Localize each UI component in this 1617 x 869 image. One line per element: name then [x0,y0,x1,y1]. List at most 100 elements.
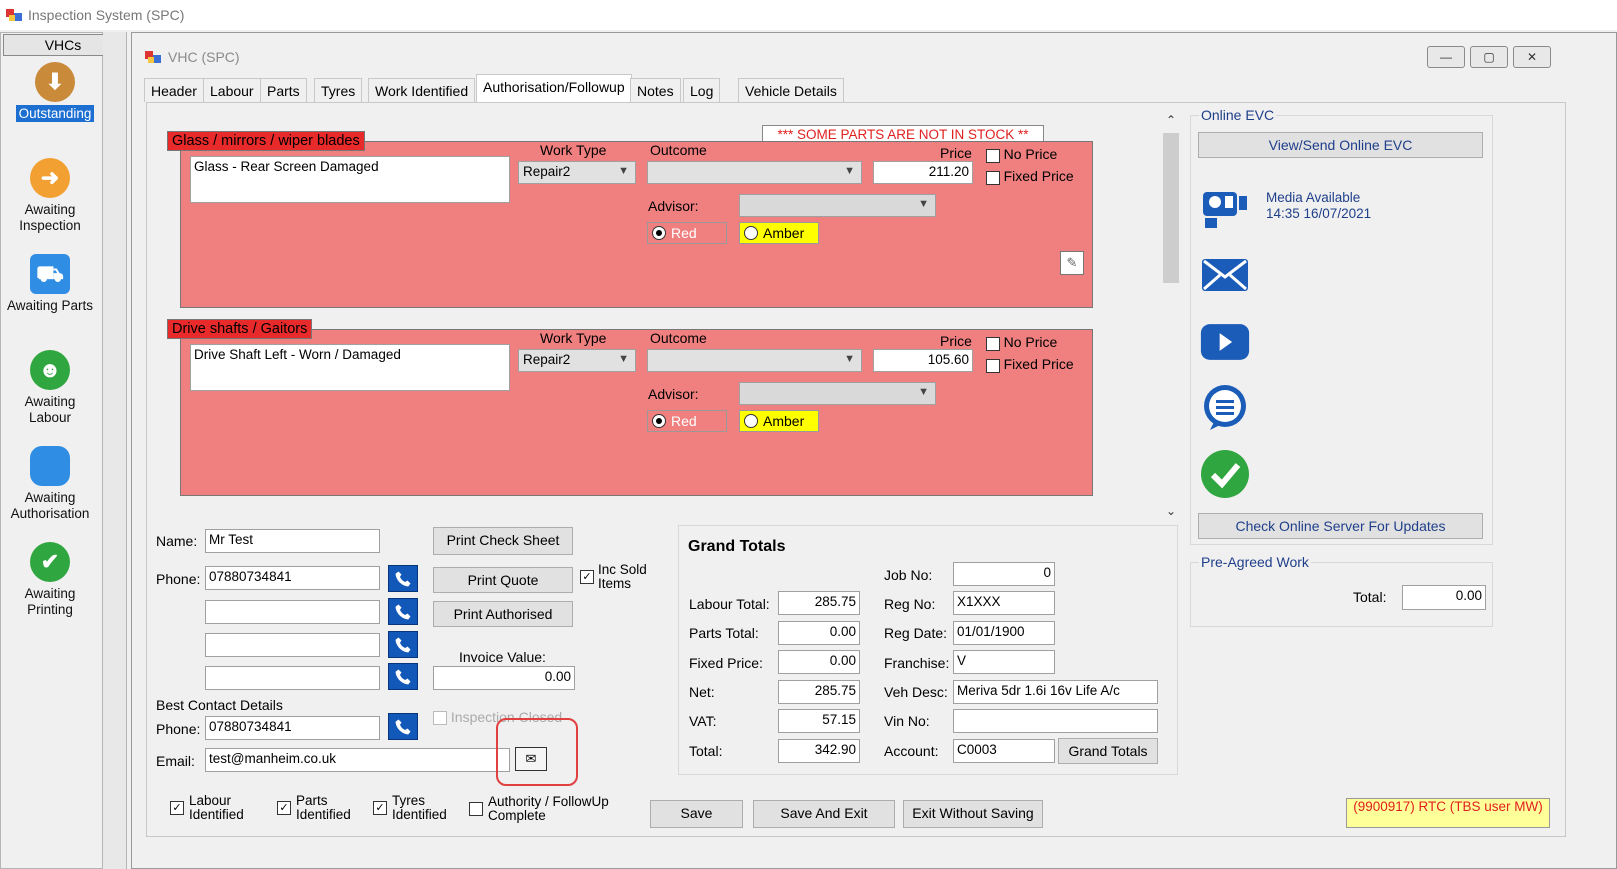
tab-authorisation-followup[interactable]: Authorisation/Followup [476,74,632,103]
video-camera-icon[interactable] [1200,183,1250,233]
red-radio[interactable]: Red [647,410,727,432]
grand-totals-button[interactable]: Grand Totals [1058,738,1158,764]
nav-item-awaiting-printing[interactable]: ✔ Awaiting Printing [0,542,105,618]
nav-item-outstanding[interactable]: ⬇ Outstanding [0,62,110,122]
outcome-select[interactable]: ▼ [647,161,862,184]
nav-item-label: Awaiting Labour [24,394,76,425]
phone-icon[interactable] [388,598,418,625]
invoice-value-input[interactable]: 0.00 [433,666,575,690]
print-quote-button[interactable]: Print Quote [433,567,573,593]
phone-input-4[interactable] [205,666,380,690]
email-compose-icon[interactable]: ✉ [515,747,547,771]
tyres-identified-checkbox[interactable]: ✓ Tyres Identified [373,794,454,822]
tab-vehicle-details[interactable]: Vehicle Details [738,78,844,102]
vin-no-input[interactable] [953,709,1158,733]
reg-date-input[interactable]: 01/01/1900 [953,621,1055,645]
tab-header[interactable]: Header [144,78,204,102]
fixed-price-total-value[interactable]: 0.00 [778,650,860,674]
nav-item-label: Awaiting Printing [24,586,76,617]
close-button[interactable]: ✕ [1513,46,1551,68]
tab-work-identified[interactable]: Work Identified [368,78,476,102]
scroll-down-icon[interactable]: ⌄ [1160,504,1182,518]
price-input[interactable]: 105.60 [873,349,973,372]
pre-agreed-label: Pre-Agreed Work [1199,554,1311,570]
phone-input-3[interactable] [205,633,380,657]
advisor-select[interactable]: ▼ [739,194,936,217]
best-phone-input[interactable]: 07880734841 [205,716,380,740]
tab-parts[interactable]: Parts [260,78,307,102]
tab-tyres[interactable]: Tyres [314,78,363,102]
items-scrollbar[interactable]: ⌃ ⌄ [1160,113,1182,518]
work-type-label: Work Type [540,330,607,346]
parts-total-value[interactable]: 0.00 [778,621,860,645]
nav-item-awaiting-parts[interactable]: ⛟ Awaiting Parts [0,254,105,314]
amber-radio[interactable]: Amber [739,222,819,244]
tab-log[interactable]: Log [683,78,721,102]
outcome-label: Outcome [650,330,707,346]
parts-identified-checkbox[interactable]: ✓ Parts Identified [277,794,358,822]
labour-identified-checkbox[interactable]: ✓ Labour Identified [170,794,251,822]
labour-total-label: Labour Total: [689,596,770,612]
item-description[interactable]: Glass - Rear Screen Damaged [190,156,510,203]
pre-agreed-total-input[interactable]: 0.00 [1402,585,1486,610]
fixed-price-checkbox[interactable]: Fixed Price [986,168,1074,185]
outcome-select[interactable]: ▼ [647,349,862,372]
view-send-online-evc-button[interactable]: View/Send Online EVC [1198,132,1483,158]
phone-input-1[interactable]: 07880734841 [205,566,380,590]
amber-radio[interactable]: Amber [739,410,819,432]
minimize-button[interactable]: — [1427,46,1465,68]
tab-labour[interactable]: Labour [203,78,261,102]
advisor-select[interactable]: ▼ [739,382,936,405]
print-check-sheet-button[interactable]: Print Check Sheet [433,527,573,555]
nav-item-awaiting-labour[interactable]: ☻ Awaiting Labour [0,350,105,426]
authority-complete-checkbox[interactable]: Authority / FollowUp Complete [469,795,623,823]
phone-icon[interactable] [388,663,418,690]
email-input[interactable]: test@manheim.co.uk [205,748,510,772]
window-title: Inspection System (SPC) [28,7,185,23]
nav-item-awaiting-inspection[interactable]: ➜ Awaiting Inspection [0,158,105,234]
phone-input-2[interactable] [205,600,380,624]
vat-value[interactable]: 57.15 [778,709,860,733]
chat-bubble-icon[interactable] [1200,383,1250,433]
name-input[interactable]: Mr Test [205,529,380,553]
no-price-checkbox[interactable]: No Price [986,334,1057,351]
red-radio[interactable]: Red [647,222,727,244]
check-online-server-button[interactable]: Check Online Server For Updates [1198,513,1483,539]
job-no-input[interactable]: 0 [953,562,1055,586]
net-value[interactable]: 285.75 [778,680,860,704]
scroll-thumb[interactable] [1163,133,1179,283]
account-input[interactable]: C0003 [953,739,1055,763]
work-type-select[interactable]: Repair2 ▼ [518,349,636,372]
nav-splitter[interactable] [103,32,127,869]
reg-no-input[interactable]: X1XXX [953,591,1055,615]
envelope-icon[interactable] [1200,250,1250,300]
no-price-checkbox[interactable]: No Price [986,146,1057,163]
inc-sold-items-checkbox[interactable]: ✓ Inc Sold Items [580,563,660,591]
save-button[interactable]: Save [650,800,743,828]
franchise-input[interactable]: V [953,650,1055,674]
play-video-icon[interactable] [1200,317,1250,367]
labour-total-value[interactable]: 285.75 [778,591,860,615]
print-authorised-button[interactable]: Print Authorised [433,601,573,627]
save-and-exit-button[interactable]: Save And Exit [753,800,895,828]
nav-item-awaiting-authorisation[interactable]: Awaiting Authorisation [0,446,105,522]
tab-notes[interactable]: Notes [630,78,681,102]
check-circle-icon[interactable] [1200,449,1250,499]
total-value[interactable]: 342.90 [778,739,860,763]
best-contact-label: Best Contact Details [156,697,283,713]
phone-icon[interactable] [388,713,418,740]
chevron-down-icon: ▼ [844,165,855,177]
exit-without-saving-button[interactable]: Exit Without Saving [903,800,1043,828]
phone-icon[interactable] [388,565,418,592]
edit-icon[interactable]: ✎ [1060,251,1084,275]
veh-desc-label: Veh Desc: [884,684,948,700]
item-description[interactable]: Drive Shaft Left - Worn / Damaged [190,344,510,391]
maximize-button[interactable]: ▢ [1470,46,1508,68]
down-arrow-icon: ⬇ [35,62,75,102]
fixed-price-checkbox[interactable]: Fixed Price [986,356,1074,373]
veh-desc-input[interactable]: Meriva 5dr 1.6i 16v Life A/c [953,680,1158,704]
price-input[interactable]: 211.20 [873,161,973,184]
scroll-up-icon[interactable]: ⌃ [1160,113,1182,127]
work-type-select[interactable]: Repair2 ▼ [518,161,636,184]
phone-icon[interactable] [388,631,418,658]
